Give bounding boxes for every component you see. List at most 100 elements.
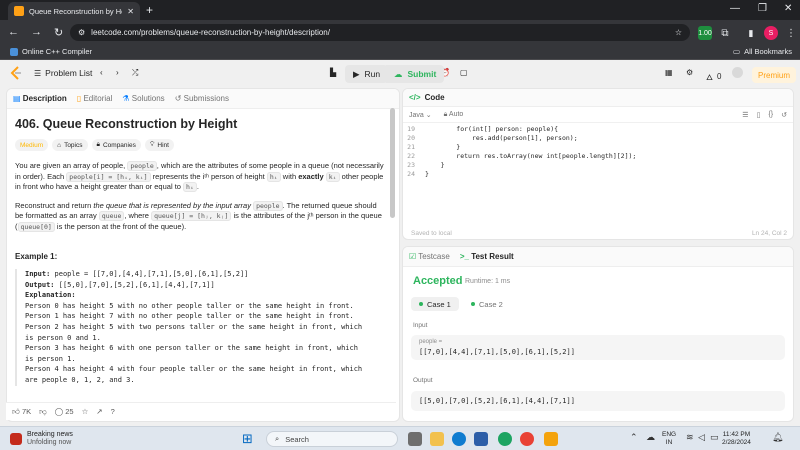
lightbulb-icon: 💡︎ — [149, 141, 155, 148]
site-info-icon[interactable]: ⚙ — [78, 28, 85, 37]
layout-icon[interactable]: ▦ — [665, 68, 673, 77]
share-icon[interactable]: ↗ — [96, 407, 102, 416]
user-avatar[interactable] — [732, 67, 743, 78]
back-icon[interactable]: ← — [8, 26, 19, 38]
browser-tab[interactable]: Queue Reconstruction by Heigh ✕ — [8, 2, 140, 20]
streak-counter[interactable]: 🜂 0 — [706, 68, 721, 85]
store-icon[interactable] — [474, 432, 488, 446]
extensions-puzzle-icon[interactable]: ⧉ — [718, 26, 732, 40]
cloud-icon[interactable]: ☁ — [646, 432, 660, 446]
tab-testcase[interactable]: ☑ Testcase — [409, 252, 450, 261]
format-icon[interactable]: ☰ — [742, 111, 748, 119]
tab-submissions[interactable]: ↺ Submissions — [175, 94, 229, 103]
maximize-icon[interactable]: ❐ — [758, 3, 767, 14]
case-1-tab[interactable]: Case 1 — [411, 297, 459, 311]
input-variable-name: people = — [419, 339, 443, 345]
document-icon: ▤ — [13, 94, 21, 103]
shuffle-icon[interactable]: ⤮ — [132, 68, 138, 78]
bookmark-star-icon[interactable]: ☆ — [675, 28, 682, 37]
chrome-profile-icon[interactable] — [520, 432, 534, 446]
file-explorer-icon[interactable] — [430, 432, 444, 446]
brackets-icon[interactable]: {} — [768, 111, 773, 119]
history-icon: ↺ — [174, 94, 182, 103]
companies-chip[interactable]: 🔒︎ Companies — [91, 139, 141, 151]
code-line: 23 } — [407, 161, 445, 169]
browser-tab-strip: Queue Reconstruction by Heigh ✕ + — ❐ ✕ — [0, 0, 800, 20]
tab-solutions[interactable]: ⚗ Solutions — [122, 94, 164, 103]
notifications-bell-icon[interactable]: 🔔︎ — [772, 432, 786, 446]
tab-title: Queue Reconstruction by Heigh — [29, 6, 122, 16]
cursor-position: Ln 24, Col 2 — [751, 230, 787, 237]
debug-icon[interactable]: ▙ — [330, 68, 336, 77]
prev-problem-icon[interactable]: ‹ — [100, 68, 103, 77]
like-button[interactable]: 👍︎ 7K — [12, 407, 31, 417]
bookmark-online-compiler[interactable]: Online C++ Compiler — [10, 47, 92, 56]
tab-test-result[interactable]: >_ Test Result — [460, 252, 514, 261]
explanation-line: Person 0 has height 5 with no other peop… — [25, 301, 354, 310]
tab-description[interactable]: ▤ Description — [13, 94, 67, 103]
test-result-panel: ☑ Testcase >_ Test Result Accepted Runti… — [402, 246, 794, 422]
next-problem-icon[interactable]: › — [116, 68, 119, 77]
thumbs-up-icon: 👍︎ — [12, 406, 20, 416]
taskbar-search[interactable]: ⌕ Search — [266, 431, 398, 447]
dislike-button[interactable]: 👎︎ — [39, 407, 47, 417]
explanation-line: Person 1 has height 7 with no other peop… — [25, 312, 354, 321]
profile-avatar[interactable]: S — [764, 26, 778, 40]
favorite-star-icon[interactable]: ☆ — [82, 407, 89, 416]
address-bar[interactable]: ⚙ leetcode.com/problems/queue-reconstruc… — [70, 24, 690, 41]
chrome-menu-icon[interactable]: ⋮ — [784, 26, 798, 40]
lock-icon: 🔒︎ — [443, 110, 448, 118]
problem-list-link[interactable]: ☰ Problem List — [34, 68, 92, 78]
premium-button[interactable]: Premium — [752, 67, 797, 83]
folder-icon: ▭ — [732, 47, 741, 56]
book-icon: ▯ — [76, 94, 82, 103]
case-2-tab[interactable]: Case 2 — [465, 297, 509, 311]
bookmark-icon[interactable]: ▯ — [757, 111, 761, 119]
language-indicator[interactable]: ENG IN — [662, 431, 676, 447]
system-clock[interactable]: 11:42 PM 2/28/2024 — [722, 431, 751, 447]
settings-gear-icon[interactable]: ⚙ — [686, 68, 693, 77]
app-icon[interactable] — [544, 432, 558, 446]
example-output: Output: [[5,0],[7,0],[5,2],[6,1],[4,4],[… — [25, 280, 215, 289]
windows-start-icon[interactable]: ⊞ — [242, 431, 256, 446]
edge-icon[interactable] — [452, 432, 466, 446]
all-bookmarks-button[interactable]: ▭ All Bookmarks — [733, 47, 792, 56]
news-subtitle: Unfolding now — [27, 439, 72, 446]
notes-icon[interactable]: ▢ — [460, 68, 468, 77]
forward-icon[interactable]: → — [31, 26, 42, 38]
help-icon[interactable]: ? — [111, 407, 115, 416]
code-lines[interactable]: 19 for(int[] person: people){ 20 res.add… — [403, 125, 793, 179]
explanation-line: Person 2 has height 5 with two persons t… — [25, 322, 363, 331]
task-view-icon[interactable] — [408, 432, 422, 446]
chrome-icon[interactable] — [498, 432, 512, 446]
hint-chip[interactable]: 💡︎ Hint — [144, 139, 174, 151]
pass-dot-icon — [471, 302, 475, 306]
run-button[interactable]: ▶ Run — [345, 65, 389, 83]
close-window-icon[interactable]: ✕ — [784, 3, 792, 14]
reset-icon[interactable]: ↺ — [781, 111, 787, 119]
cloud-upload-icon: ☁ — [394, 68, 403, 79]
tab-editorial[interactable]: ▯ Editorial — [77, 94, 113, 103]
new-tab-icon[interactable]: + — [146, 3, 153, 17]
side-panel-icon[interactable]: ▮ — [744, 26, 758, 40]
explanation-line: is person 1. — [25, 354, 76, 363]
language-select[interactable]: Java ⌄ — [409, 111, 432, 119]
example-block: Input: people = [[7,0],[4,4],[7,1],[5,0]… — [15, 269, 387, 386]
input-box: people = [[7,0],[4,4],[7,1],[5,0],[6,1],… — [411, 335, 785, 360]
problem-chips: Medium ⌂ Topics 🔒︎ Companies 💡︎ Hint — [15, 139, 387, 151]
saved-status: Saved to local — [411, 230, 452, 237]
minimize-icon[interactable]: — — [730, 3, 740, 14]
comments-button[interactable]: ◯ 25 — [55, 407, 74, 416]
code-line: 20 res.add(person[1], person); — [407, 134, 578, 142]
tray-chevron-icon[interactable]: ⌃ — [630, 432, 644, 446]
news-widget[interactable]: Breaking news Unfolding now — [10, 431, 73, 447]
reload-icon[interactable]: ↻ — [54, 26, 63, 39]
close-tab-icon[interactable]: ✕ — [127, 7, 134, 16]
topics-chip[interactable]: ⌂ Topics — [52, 139, 88, 151]
leetcode-logo-icon[interactable] — [10, 66, 22, 80]
description-scrollbar[interactable] — [390, 108, 395, 218]
autocomplete-toggle[interactable]: 🔒︎ Auto — [444, 111, 464, 119]
code-brackets-icon: </> — [409, 93, 421, 102]
submit-button[interactable]: ☁ Submit — [386, 65, 445, 83]
extension-badge[interactable]: 1.00 — [698, 26, 712, 40]
